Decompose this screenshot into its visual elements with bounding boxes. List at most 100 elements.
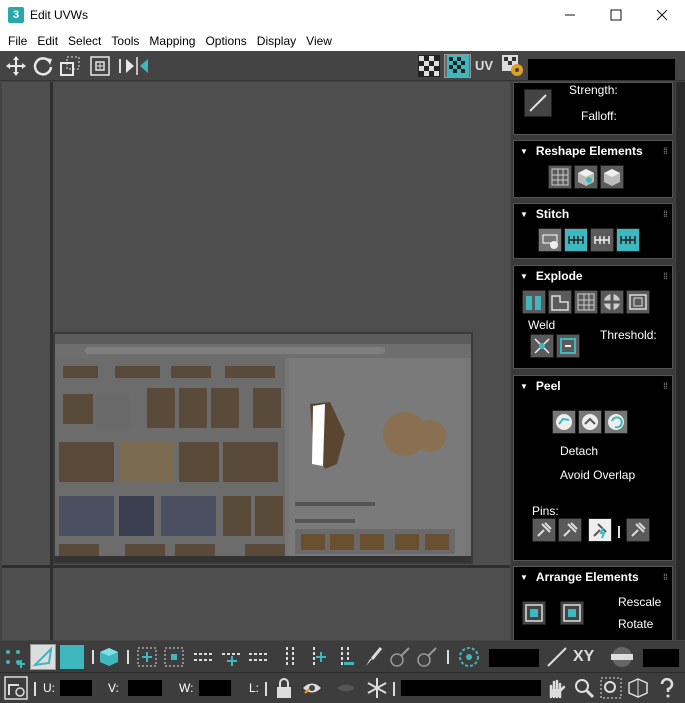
menu-tools[interactable]: Tools [106,34,144,48]
unhide-button[interactable] [334,676,358,700]
reset-peel-button[interactable] [604,410,628,434]
polygon-mode-button[interactable] [60,645,84,669]
grow-selection-button[interactable] [135,645,159,669]
checker-pattern-button[interactable] [444,54,471,78]
scale-button[interactable] [58,54,82,78]
freeform-button[interactable] [88,54,112,78]
grip-icon: ⁞⁞ [663,381,668,391]
rescale-label[interactable]: Rescale [618,595,661,609]
stitch-header[interactable]: ▼ Stitch ⁞⁞ [514,204,672,224]
flatten-button[interactable] [600,165,624,189]
explode-header[interactable]: ▼ Explode ⁞⁞ [514,266,672,286]
falloff-type-button[interactable] [524,89,552,117]
u-value-field[interactable] [60,680,92,696]
freeze-button[interactable] [365,676,389,700]
panel-scrollbar[interactable] [676,82,685,640]
auto-pin-moved-button[interactable] [588,518,612,542]
move-button[interactable] [4,54,28,78]
minimize-button[interactable] [547,0,593,30]
stitch-to-source-button[interactable] [564,228,588,252]
element-mode-button[interactable] [97,645,121,669]
avoid-overlap-label[interactable]: Avoid Overlap [560,468,635,482]
weld-target-button[interactable] [556,334,580,358]
ring-button[interactable] [278,645,302,669]
lock-selection-button[interactable] [272,676,296,700]
zoom-button[interactable] [572,676,596,700]
pack-custom-button[interactable] [560,601,584,625]
menu-options[interactable]: Options [200,34,251,48]
stitch-custom-button[interactable] [538,228,562,252]
pin-selected-button[interactable] [532,518,556,542]
ring-grow-button[interactable] [305,645,329,669]
shrink-selection-button[interactable] [162,645,186,669]
straighten-button[interactable] [548,165,572,189]
v-label: V: [108,681,119,695]
menu-select[interactable]: Select [63,34,106,48]
checker-sphere-icon [604,294,620,310]
v-value-field[interactable] [128,680,162,696]
checker-button[interactable] [417,54,441,78]
edge-mode-button[interactable] [30,644,56,670]
help-button[interactable] [655,676,679,700]
reshape-elements-header[interactable]: ▼ Reshape Elements ⁞⁞ [514,141,672,161]
peel-header[interactable]: ▼ Peel ⁞⁞ [514,376,672,396]
detach-label[interactable]: Detach [560,444,598,458]
unpin-selected-button[interactable] [558,518,582,542]
selection-set-field[interactable] [401,680,541,696]
texture-dropdown[interactable] [528,59,675,80]
quick-peel-button[interactable] [552,410,576,434]
zoom-region-button[interactable] [599,676,623,700]
break-button[interactable] [522,290,546,314]
world-space-button[interactable] [609,645,633,669]
element-cube-icon [100,648,118,666]
xy-toggle-label[interactable]: XY [573,648,594,666]
loop-shrink-button[interactable] [247,645,271,669]
uv-editor-viewport[interactable] [2,82,510,640]
zoom-extents-button[interactable] [626,676,650,700]
mirror-button[interactable] [124,54,148,78]
collapse-triangle-icon: ▼ [520,209,528,219]
loop-button[interactable] [192,645,216,669]
menu-view[interactable]: View [301,34,337,48]
flatten-by-angle-button[interactable] [626,290,650,314]
paint-shrink-button[interactable] [415,645,439,669]
soft-selection-value-field[interactable] [489,649,539,667]
smoothing-groups-icon [551,295,569,311]
paint-select-button[interactable] [361,645,385,669]
menu-file[interactable]: File [3,34,32,48]
absolute-offset-toggle[interactable] [4,676,28,700]
flatten-by-polygon-button[interactable] [600,290,624,314]
ring-shrink-button[interactable] [333,645,357,669]
explode-to-material-button[interactable] [574,290,598,314]
arrange-elements-header[interactable]: ▼ Arrange Elements ⁞⁞ [514,567,672,587]
pan-button[interactable] [544,676,568,700]
paint-grow-button[interactable] [388,645,412,669]
flatten-frame-icon [629,294,647,310]
menu-display[interactable]: Display [252,34,301,48]
close-button[interactable] [639,0,685,30]
w-value-field[interactable] [199,680,231,696]
explode-to-smoothing-button[interactable] [548,290,572,314]
auto-pin-manual-button[interactable] [626,518,650,542]
menu-edit[interactable]: Edit [32,34,63,48]
weld-selected-button[interactable] [530,334,554,358]
pack-normalize-button[interactable] [522,601,546,625]
uv-settings-button[interactable] [501,54,525,78]
rotate-button[interactable] [31,54,55,78]
soft-selection-button[interactable] [457,645,481,669]
world-value-field[interactable] [643,649,679,667]
status-toolbar: U: V: W: L: [0,672,685,703]
menu-mapping[interactable]: Mapping [144,34,200,48]
vertex-mode-button[interactable] [2,645,26,669]
edge-distance-button[interactable] [545,645,569,669]
loop-grow-button[interactable] [220,645,244,669]
stitch-average-button[interactable] [590,228,614,252]
uv-toggle-label[interactable]: UV [475,58,493,73]
stitch-to-target-button[interactable] [616,228,640,252]
maximize-button[interactable] [593,0,639,30]
hide-button[interactable] [300,676,324,700]
relax-button[interactable] [574,165,598,189]
rotate-label[interactable]: Rotate [618,617,653,631]
rollout-panel: Strength: Falloff: ▼ Reshape Elements ⁞⁞ ▼… [511,82,675,640]
peel-mode-button[interactable] [578,410,602,434]
